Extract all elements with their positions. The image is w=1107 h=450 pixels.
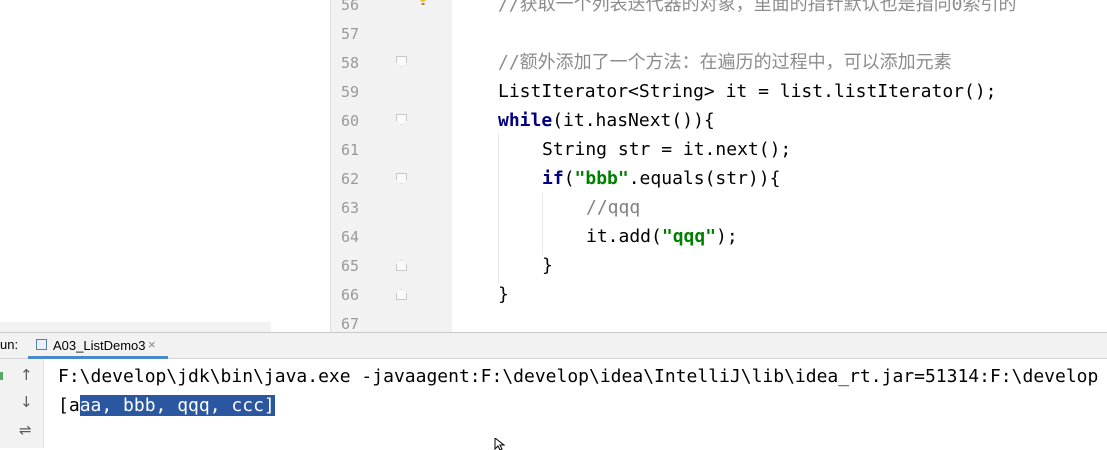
string-literal: "qqq" <box>661 226 717 247</box>
project-area <box>0 0 330 332</box>
line-number: 67 <box>340 315 359 333</box>
scroll-up-icon[interactable]: ↑ <box>20 366 33 384</box>
indent-guide <box>498 134 499 284</box>
code-line-61[interactable]: String str = it.next(); <box>542 139 791 161</box>
run-tabbar: un: A03_ListDemo3 × <box>0 333 1107 359</box>
line-number: 62 <box>340 170 359 188</box>
keyword-if: if <box>542 168 564 189</box>
line-number: 66 <box>340 286 359 304</box>
console-command-line[interactable]: F:\develop\jdk\bin\java.exe -javaagent:F… <box>58 366 1098 388</box>
code-editor[interactable] <box>452 0 1107 332</box>
code-line-65[interactable]: } <box>542 255 553 277</box>
code-line-62[interactable]: if("bbb".equals(str)){ <box>542 168 780 190</box>
code-line-58[interactable]: //额外添加了一个方法：在遍历的过程中，可以添加元素 <box>498 52 952 74</box>
code-text: ( <box>563 168 575 189</box>
line-number: 56 <box>340 0 359 14</box>
tab-a03-listdemo3[interactable]: A03_ListDemo3 × <box>28 333 168 359</box>
code-text: ); <box>716 226 738 247</box>
code-text: it.add( <box>586 226 662 247</box>
code-line-63[interactable]: //qqq <box>586 197 640 219</box>
close-icon[interactable]: × <box>148 337 156 352</box>
console-output-line[interactable]: [aaa, bbb, qqq, ccc] <box>58 395 275 417</box>
line-number: 63 <box>340 199 359 217</box>
console-toolbar: ↑ ↓ ⇌ <box>0 359 44 448</box>
run-label: un: <box>0 337 19 352</box>
code-line-60[interactable]: while(it.hasNext()){ <box>498 110 715 132</box>
line-number: 61 <box>340 141 359 159</box>
code-line-64[interactable]: it.add("qqq"); <box>586 226 738 248</box>
line-number: 57 <box>340 25 359 43</box>
line-number: 65 <box>340 257 359 275</box>
code-text: (it.hasNext()){ <box>552 110 715 131</box>
code-line-66[interactable]: } <box>498 284 509 306</box>
line-number: 60 <box>340 112 359 130</box>
string-literal: "bbb" <box>574 168 629 189</box>
code-line-56[interactable]: //获取一个列表迭代器的对象，里面的指针默认也是指向0索引的 <box>498 0 1017 16</box>
line-number: 58 <box>340 54 359 72</box>
indent-guide <box>542 193 543 255</box>
scroll-down-icon[interactable]: ↓ <box>20 393 33 411</box>
line-number: 59 <box>340 83 359 101</box>
tab-label: A03_ListDemo3 <box>53 338 146 353</box>
class-icon <box>36 339 47 350</box>
selected-output-text[interactable]: aa, bbb, qqq, ccc] <box>79 395 275 416</box>
run-status-indicator <box>0 372 3 380</box>
line-number-gutter: 56 57 58 59 60 61 62 63 64 65 66 67 <box>330 0 452 333</box>
soft-wrap-icon[interactable]: ⇌ <box>19 421 32 439</box>
code-text: .equals(str)){ <box>628 168 781 189</box>
project-scrollbar-strip[interactable] <box>0 322 271 332</box>
mouse-cursor-icon <box>494 438 506 450</box>
keyword-while: while <box>498 110 553 131</box>
line-number: 64 <box>340 228 359 246</box>
code-line-59[interactable]: ListIterator<String> it = list.listItera… <box>498 81 997 103</box>
output-text: [a <box>58 395 80 416</box>
lightbulb-icon[interactable] <box>418 0 428 6</box>
